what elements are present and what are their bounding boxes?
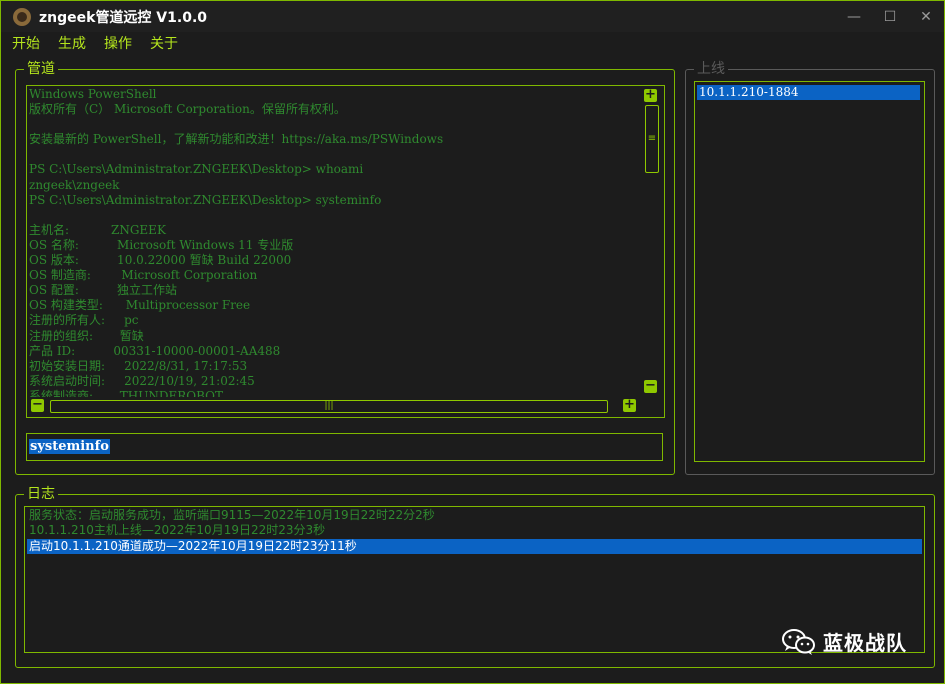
close-button[interactable]: ✕ <box>908 1 944 32</box>
console-text: Windows PowerShell 版权所有（C） Microsoft Corp… <box>29 87 639 397</box>
console-line: 版权所有（C） Microsoft Corporation。保留所有权利。 <box>29 102 346 117</box>
title-bar[interactable]: zngeek管道远控 V1.0.0 — ☐ ✕ <box>1 1 944 32</box>
console-line: PS C:\Users\Administrator.ZNGEEK\Desktop… <box>29 162 364 177</box>
console-line: 系统制造商: THUNDEROBOT <box>29 388 223 397</box>
scroll-up-button[interactable]: + <box>644 88 657 102</box>
pipe-group: 管道 Windows PowerShell 版权所有（C） Microsoft C… <box>15 60 675 475</box>
console-line: 注册的所有人: pc <box>29 313 139 328</box>
menu-operate[interactable]: 操作 <box>93 33 139 53</box>
console-line: 系统启动时间: 2022/10/19, 21:02:45 <box>29 373 255 388</box>
log-line-selected[interactable]: 启动10.1.1.210通道成功—2022年10月19日22时23分11秒 <box>27 539 922 554</box>
minimize-button[interactable]: — <box>836 1 872 32</box>
console-line: OS 配置: 独立工作站 <box>29 283 178 298</box>
wechat-icon <box>781 628 817 656</box>
log-line[interactable]: 10.1.1.210主机上线—2022年10月19日22时23分3秒 <box>27 523 922 538</box>
command-input[interactable]: systeminfo <box>26 433 663 461</box>
console-output[interactable]: Windows PowerShell 版权所有（C） Microsoft Corp… <box>26 85 665 418</box>
app-icon <box>13 7 31 26</box>
online-host-list[interactable]: 10.1.1.210-1884 <box>694 81 925 462</box>
maximize-button[interactable]: ☐ <box>872 1 908 32</box>
scroll-down-button[interactable]: − <box>644 379 657 393</box>
app-window: zngeek管道远控 V1.0.0 — ☐ ✕ 开始 生成 操作 关于 管道 W… <box>0 0 945 684</box>
console-line: PS C:\Users\Administrator.ZNGEEK\Desktop… <box>29 192 382 207</box>
console-line: OS 构建类型: Multiprocessor Free <box>29 298 251 313</box>
horizontal-scrollbar[interactable]: − ||| + <box>29 398 659 414</box>
console-line: 产品 ID: 00331-10000-00001-AA488 <box>29 343 281 358</box>
console-line: 主机名: ZNGEEK <box>29 222 166 237</box>
console-line: 注册的组织: 暂缺 <box>29 328 144 343</box>
online-group-label: 上线 <box>694 60 728 78</box>
horizontal-scroll-thumb[interactable]: ||| <box>50 400 608 413</box>
menu-bar: 开始 生成 操作 关于 <box>1 32 944 54</box>
window-title: zngeek管道远控 V1.0.0 <box>39 9 208 26</box>
console-line: OS 版本: 10.0.22000 暂缺 Build 22000 <box>29 253 292 268</box>
console-line: zngeek\zngeek <box>29 177 120 192</box>
scroll-left-button[interactable]: − <box>31 398 44 412</box>
watermark-text: 蓝极战队 <box>823 631 907 655</box>
log-group-label: 日志 <box>24 485 58 503</box>
watermark: 蓝极战队 <box>781 627 907 656</box>
command-input-value: systeminfo <box>29 439 110 454</box>
console-line: OS 制造商: Microsoft Corporation <box>29 268 258 283</box>
vertical-scroll-thumb[interactable]: ≡ <box>645 105 659 173</box>
console-line: 安装最新的 PowerShell，了解新功能和改进！https://aka.ms… <box>29 132 444 147</box>
online-group: 上线 10.1.1.210-1884 <box>685 60 935 475</box>
console-line: Windows PowerShell <box>29 87 157 101</box>
pipe-group-label: 管道 <box>24 60 58 78</box>
console-line: OS 名称: Microsoft Windows 11 专业版 <box>29 237 294 252</box>
online-host-item[interactable]: 10.1.1.210-1884 <box>697 85 920 100</box>
menu-start[interactable]: 开始 <box>1 33 47 53</box>
window-controls: — ☐ ✕ <box>836 1 944 32</box>
console-line: 初始安装日期: 2022/8/31, 17:17:53 <box>29 358 248 373</box>
vertical-scrollbar[interactable]: + ≡ − <box>644 88 660 396</box>
scroll-right-button[interactable]: + <box>623 398 636 412</box>
menu-about[interactable]: 关于 <box>139 33 185 53</box>
log-line[interactable]: 服务状态：启动服务成功，监听端口9115—2022年10月19日22时22分2秒 <box>27 508 922 523</box>
menu-generate[interactable]: 生成 <box>47 33 93 53</box>
